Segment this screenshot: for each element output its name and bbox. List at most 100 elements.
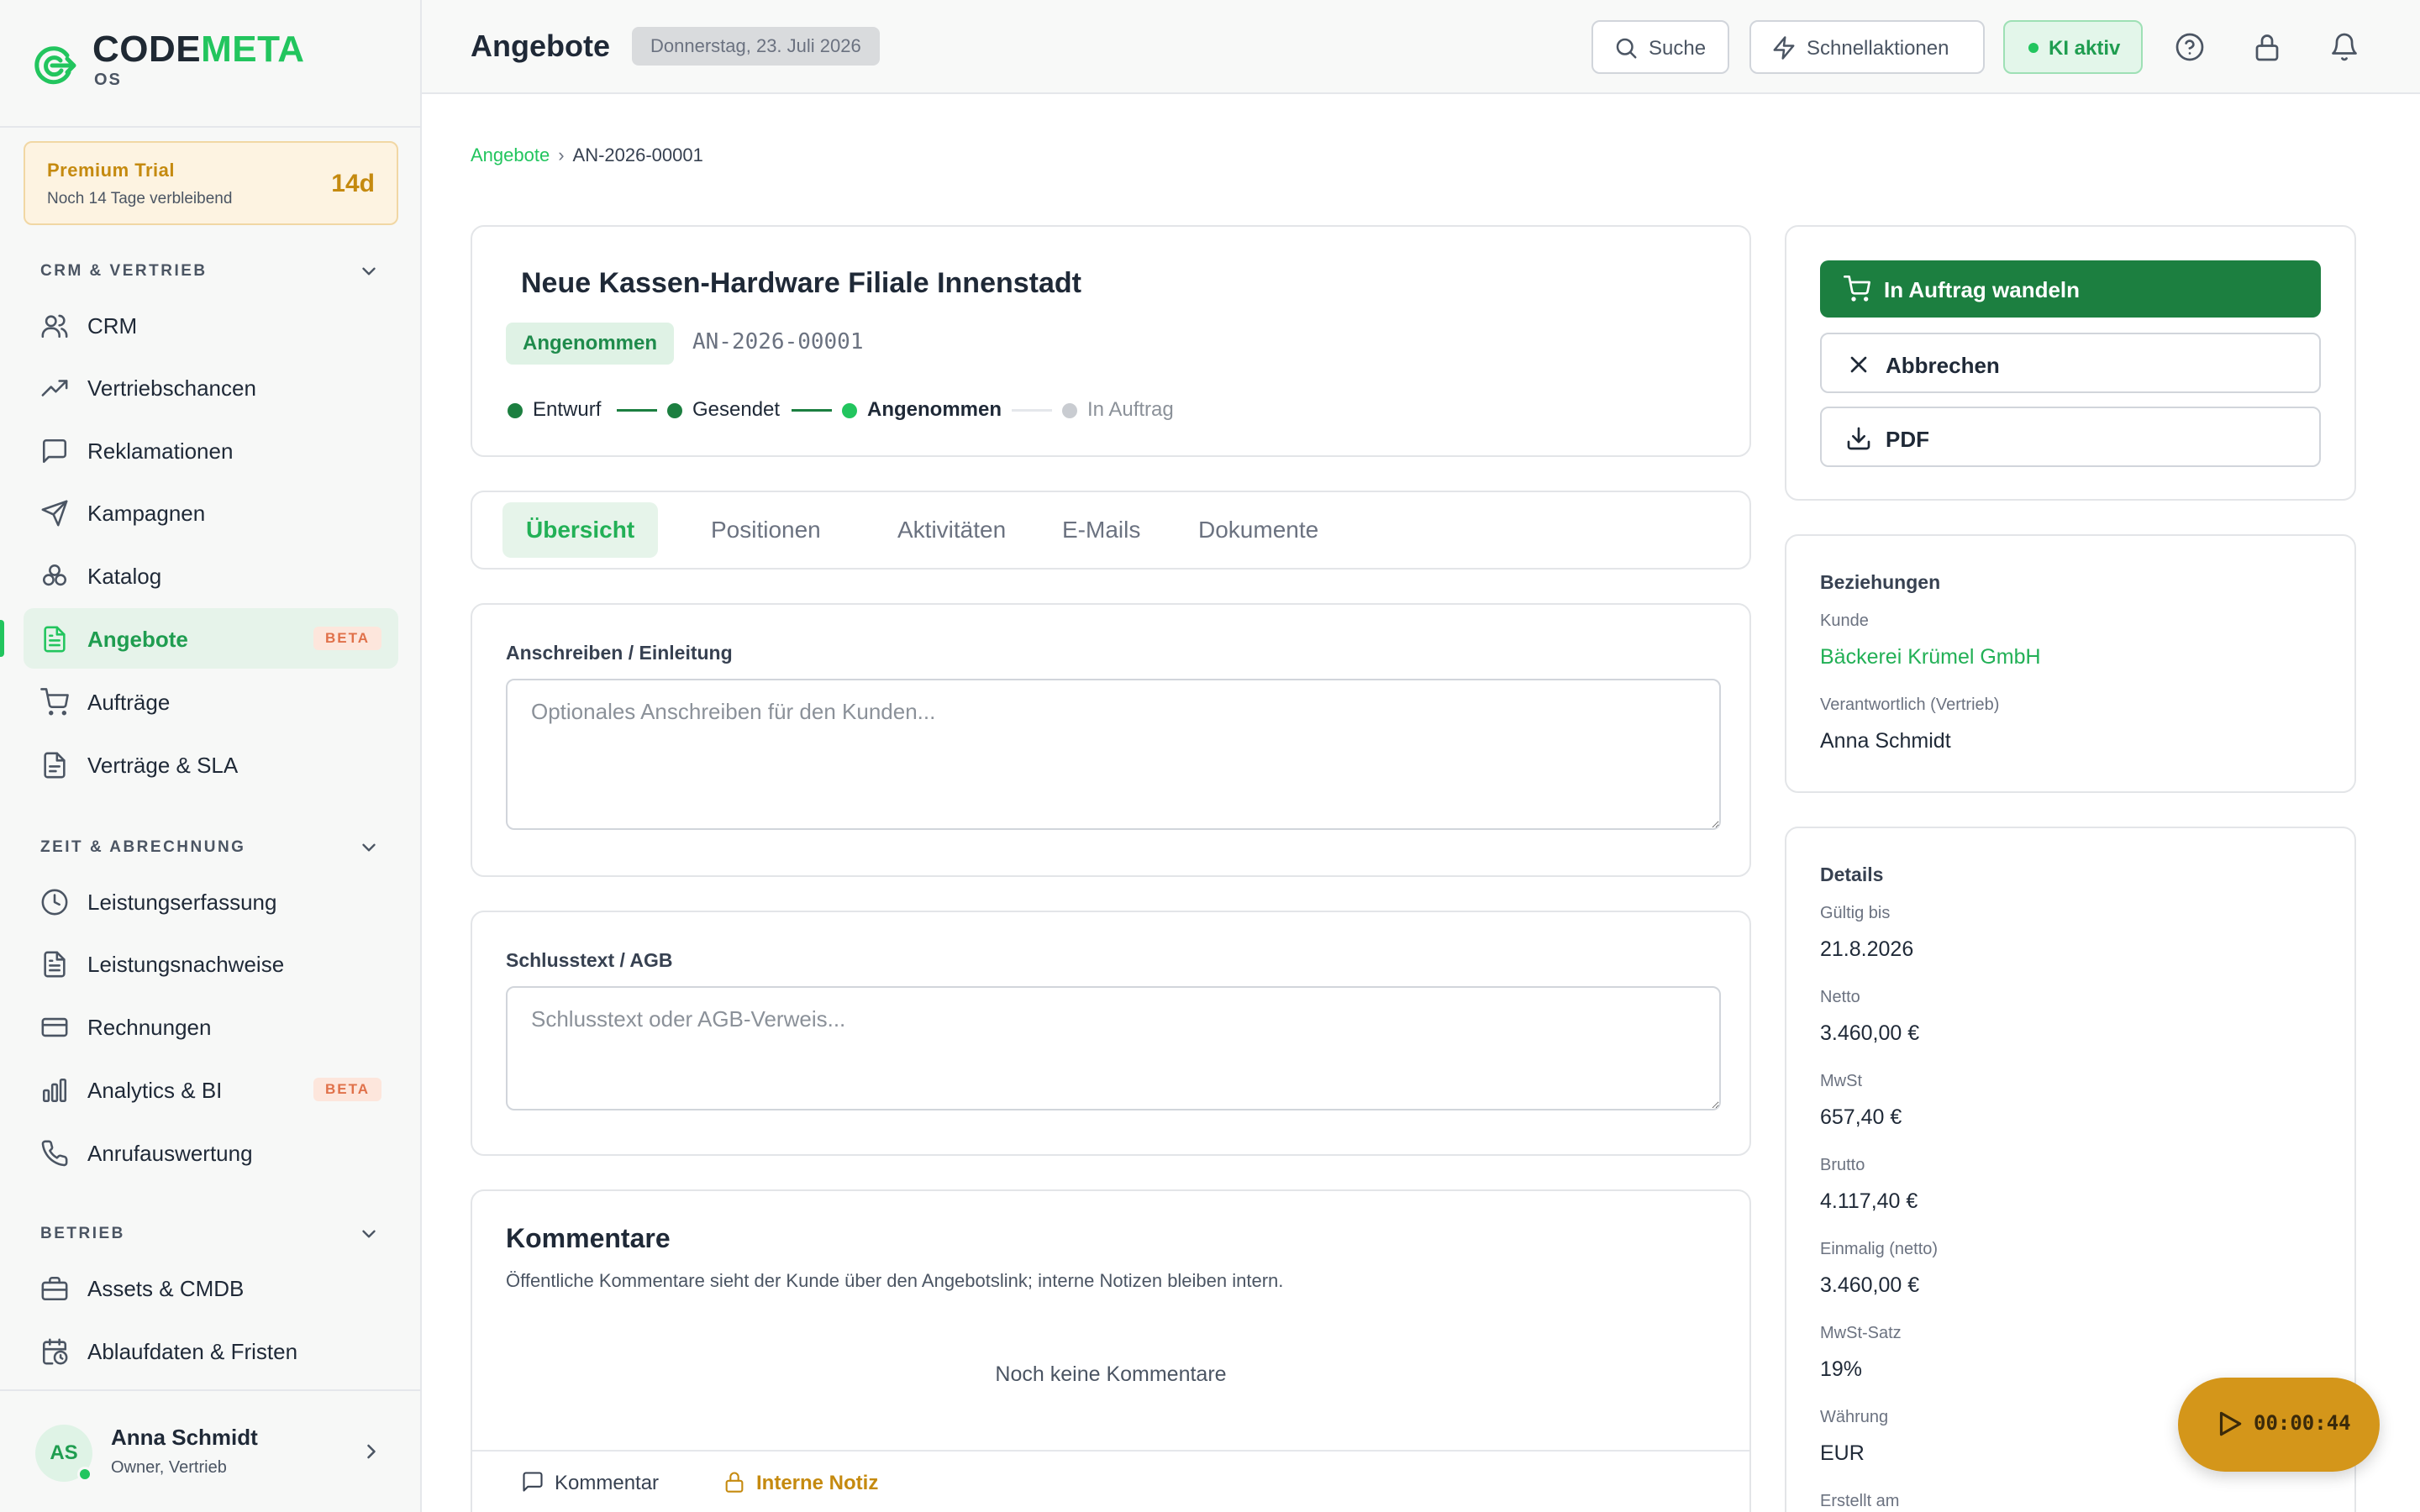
detail-value-valid-until: 21.8.2026 — [1820, 937, 1914, 961]
detail-value-currency: EUR — [1820, 1441, 1865, 1465]
closing-textarea[interactable] — [506, 986, 1721, 1110]
tab-internal-note[interactable]: Interne Notiz — [696, 1452, 906, 1512]
sidebar-item-anrufauswertung[interactable]: Anrufauswertung — [24, 1122, 398, 1183]
step-connector — [1012, 409, 1052, 412]
comments-subtitle: Öffentliche Kommentare sieht der Kunde ü… — [506, 1270, 1284, 1291]
closing-label: Schlusstext / AGB — [506, 949, 673, 971]
tab-positionen[interactable]: Positionen — [687, 502, 844, 558]
trial-subtitle: Noch 14 Tage verbleibend — [47, 190, 233, 207]
section-header-betrieb[interactable]: BETRIEB — [40, 1225, 125, 1243]
message-square-icon — [42, 438, 67, 464]
detail-label-gross: Brutto — [1820, 1156, 1865, 1174]
sidebar-item-assets-cmdb[interactable]: Assets & CMDB — [24, 1257, 398, 1318]
beta-badge: BETA — [313, 627, 381, 650]
user-name: Anna Schmidt — [111, 1425, 258, 1450]
sidebar-item-analytics[interactable]: Analytics & BI BETA — [24, 1059, 398, 1120]
quick-actions-button[interactable]: Schnellaktionen — [1749, 20, 1985, 74]
customer-label: Kunde — [1820, 612, 1869, 630]
logo-part2: META — [201, 29, 305, 70]
time-tracking-timer[interactable]: 00:00:44 — [2178, 1378, 2380, 1472]
detail-value-gross: 4.117,40 € — [1820, 1189, 1918, 1213]
sidebar-item-crm[interactable]: CRM — [24, 295, 398, 355]
tab-aktivitaeten[interactable]: Aktivitäten — [874, 502, 1029, 558]
lock-icon — [725, 1472, 744, 1493]
sidebar-item-leistungserfassung[interactable]: Leistungserfassung — [24, 871, 398, 932]
sidebar-item-label: Leistungsnachweise — [87, 952, 285, 977]
bar-chart-icon — [42, 1078, 67, 1103]
sidebar-item-label: Vertriebschancen — [87, 375, 256, 401]
sidebar-item-label: Aufträge — [87, 690, 171, 715]
sidebar-item-kampagnen[interactable]: Kampagnen — [24, 482, 398, 543]
actions-card: In Auftrag wandeln Abbrechen PDF — [1785, 225, 2356, 501]
user-profile[interactable]: AS Anna Schmidt Owner, Vertrieb — [0, 1389, 422, 1512]
download-icon — [1847, 427, 1870, 450]
tab-emails[interactable]: E-Mails — [1039, 502, 1164, 558]
sidebar-item-label: Leistungserfassung — [87, 890, 277, 915]
relations-card: Beziehungen Kunde Bäckerei Krümel GmbH V… — [1785, 534, 2356, 793]
section-header-zeit[interactable]: ZEIT & ABRECHNUNG — [40, 838, 245, 857]
comments-title: Kommentare — [506, 1223, 671, 1253]
section-header-crm[interactable]: CRM & VERTRIEB — [40, 262, 208, 281]
bell-icon[interactable] — [2329, 32, 2360, 62]
tab-dokumente[interactable]: Dokumente — [1175, 502, 1342, 558]
sidebar-item-reklamationen[interactable]: Reklamationen — [24, 420, 398, 480]
sidebar-item-leistungsnachweise[interactable]: Leistungsnachweise — [24, 933, 398, 994]
quick-actions-label: Schnellaktionen — [1807, 37, 1949, 60]
logo-subtitle: OS — [94, 71, 122, 89]
sidebar-item-label: Anrufauswertung — [87, 1141, 253, 1166]
sidebar-item-label: Angebote — [87, 627, 188, 652]
sidebar-item-katalog[interactable]: Katalog — [24, 545, 398, 606]
cancel-button[interactable]: Abbrechen — [1820, 333, 2321, 393]
sidebar-item-label: Analytics & BI — [87, 1078, 223, 1103]
search-button[interactable]: Suche — [1591, 20, 1729, 74]
lock-icon[interactable] — [2252, 32, 2282, 62]
offer-title: Neue Kassen-Hardware Filiale Innenstadt — [521, 267, 1081, 299]
sidebar-item-auftraege[interactable]: Aufträge — [24, 671, 398, 732]
intro-textarea[interactable] — [506, 679, 1721, 830]
convert-label: In Auftrag wandeln — [1884, 277, 2081, 302]
calendar-clock-icon — [42, 1338, 68, 1365]
pdf-download-button[interactable]: PDF — [1820, 407, 2321, 467]
logo-icon — [34, 46, 76, 85]
premium-trial-banner[interactable]: Premium Trial Noch 14 Tage verbleibend 1… — [24, 141, 398, 225]
sidebar-item-ablaufdaten[interactable]: Ablaufdaten & Fristen — [24, 1320, 398, 1381]
date-badge: Donnerstag, 23. Juli 2026 — [632, 27, 880, 66]
customer-link[interactable]: Bäckerei Krümel GmbH — [1820, 645, 2041, 669]
comment-type-tabs: Kommentar Interne Notiz — [472, 1450, 1749, 1512]
closing-card: Schlusstext / AGB — [471, 911, 1751, 1156]
step-label: Angenommen — [867, 398, 1002, 421]
timer-value: 00:00:44 — [2254, 1411, 2351, 1435]
help-icon[interactable] — [2175, 32, 2205, 62]
sidebar-item-angebote[interactable]: Angebote BETA — [0, 608, 398, 669]
owner-value: Anna Schmidt — [1820, 729, 1951, 753]
message-square-icon — [523, 1472, 543, 1492]
sidebar-item-vertraege-sla[interactable]: Verträge & SLA — [24, 734, 398, 795]
detail-value-vat-rate: 19% — [1820, 1357, 1863, 1381]
step-connector — [617, 409, 657, 412]
logo-wordmark: CODEMETA — [92, 29, 305, 71]
tab-comment[interactable]: Kommentar — [521, 1452, 672, 1512]
trial-days-badge: 14d — [331, 170, 375, 197]
chevron-down-icon[interactable] — [358, 260, 380, 282]
offer-number: AN-2026-00001 — [692, 329, 864, 354]
trending-up-icon — [41, 380, 68, 396]
sidebar-item-label: Verträge & SLA — [87, 753, 239, 778]
chevron-down-icon[interactable] — [358, 837, 380, 858]
cart-icon — [1844, 276, 1870, 302]
breadcrumb-link-angebote[interactable]: Angebote — [471, 144, 550, 165]
sidebar-item-rechnungen[interactable]: Rechnungen — [24, 996, 398, 1057]
tab-uebersicht[interactable]: Übersicht — [502, 502, 659, 558]
sidebar-item-label: CRM — [87, 313, 138, 339]
zap-icon — [1773, 36, 1795, 60]
users-icon — [41, 314, 68, 339]
convert-to-order-button[interactable]: In Auftrag wandeln — [1820, 260, 2321, 318]
comments-empty-state: Noch keine Kommentare — [995, 1362, 1227, 1386]
chevron-down-icon[interactable] — [358, 1223, 380, 1245]
clock-icon — [41, 889, 68, 916]
ai-status-badge[interactable]: KI aktiv — [2003, 20, 2143, 74]
sidebar-item-label: Kampagnen — [87, 501, 206, 526]
breadcrumb-separator: › — [558, 144, 565, 165]
beta-badge: BETA — [313, 1078, 381, 1101]
sidebar-item-vertriebschancen[interactable]: Vertriebschancen — [24, 357, 398, 417]
user-role: Owner, Vertrieb — [111, 1458, 227, 1477]
